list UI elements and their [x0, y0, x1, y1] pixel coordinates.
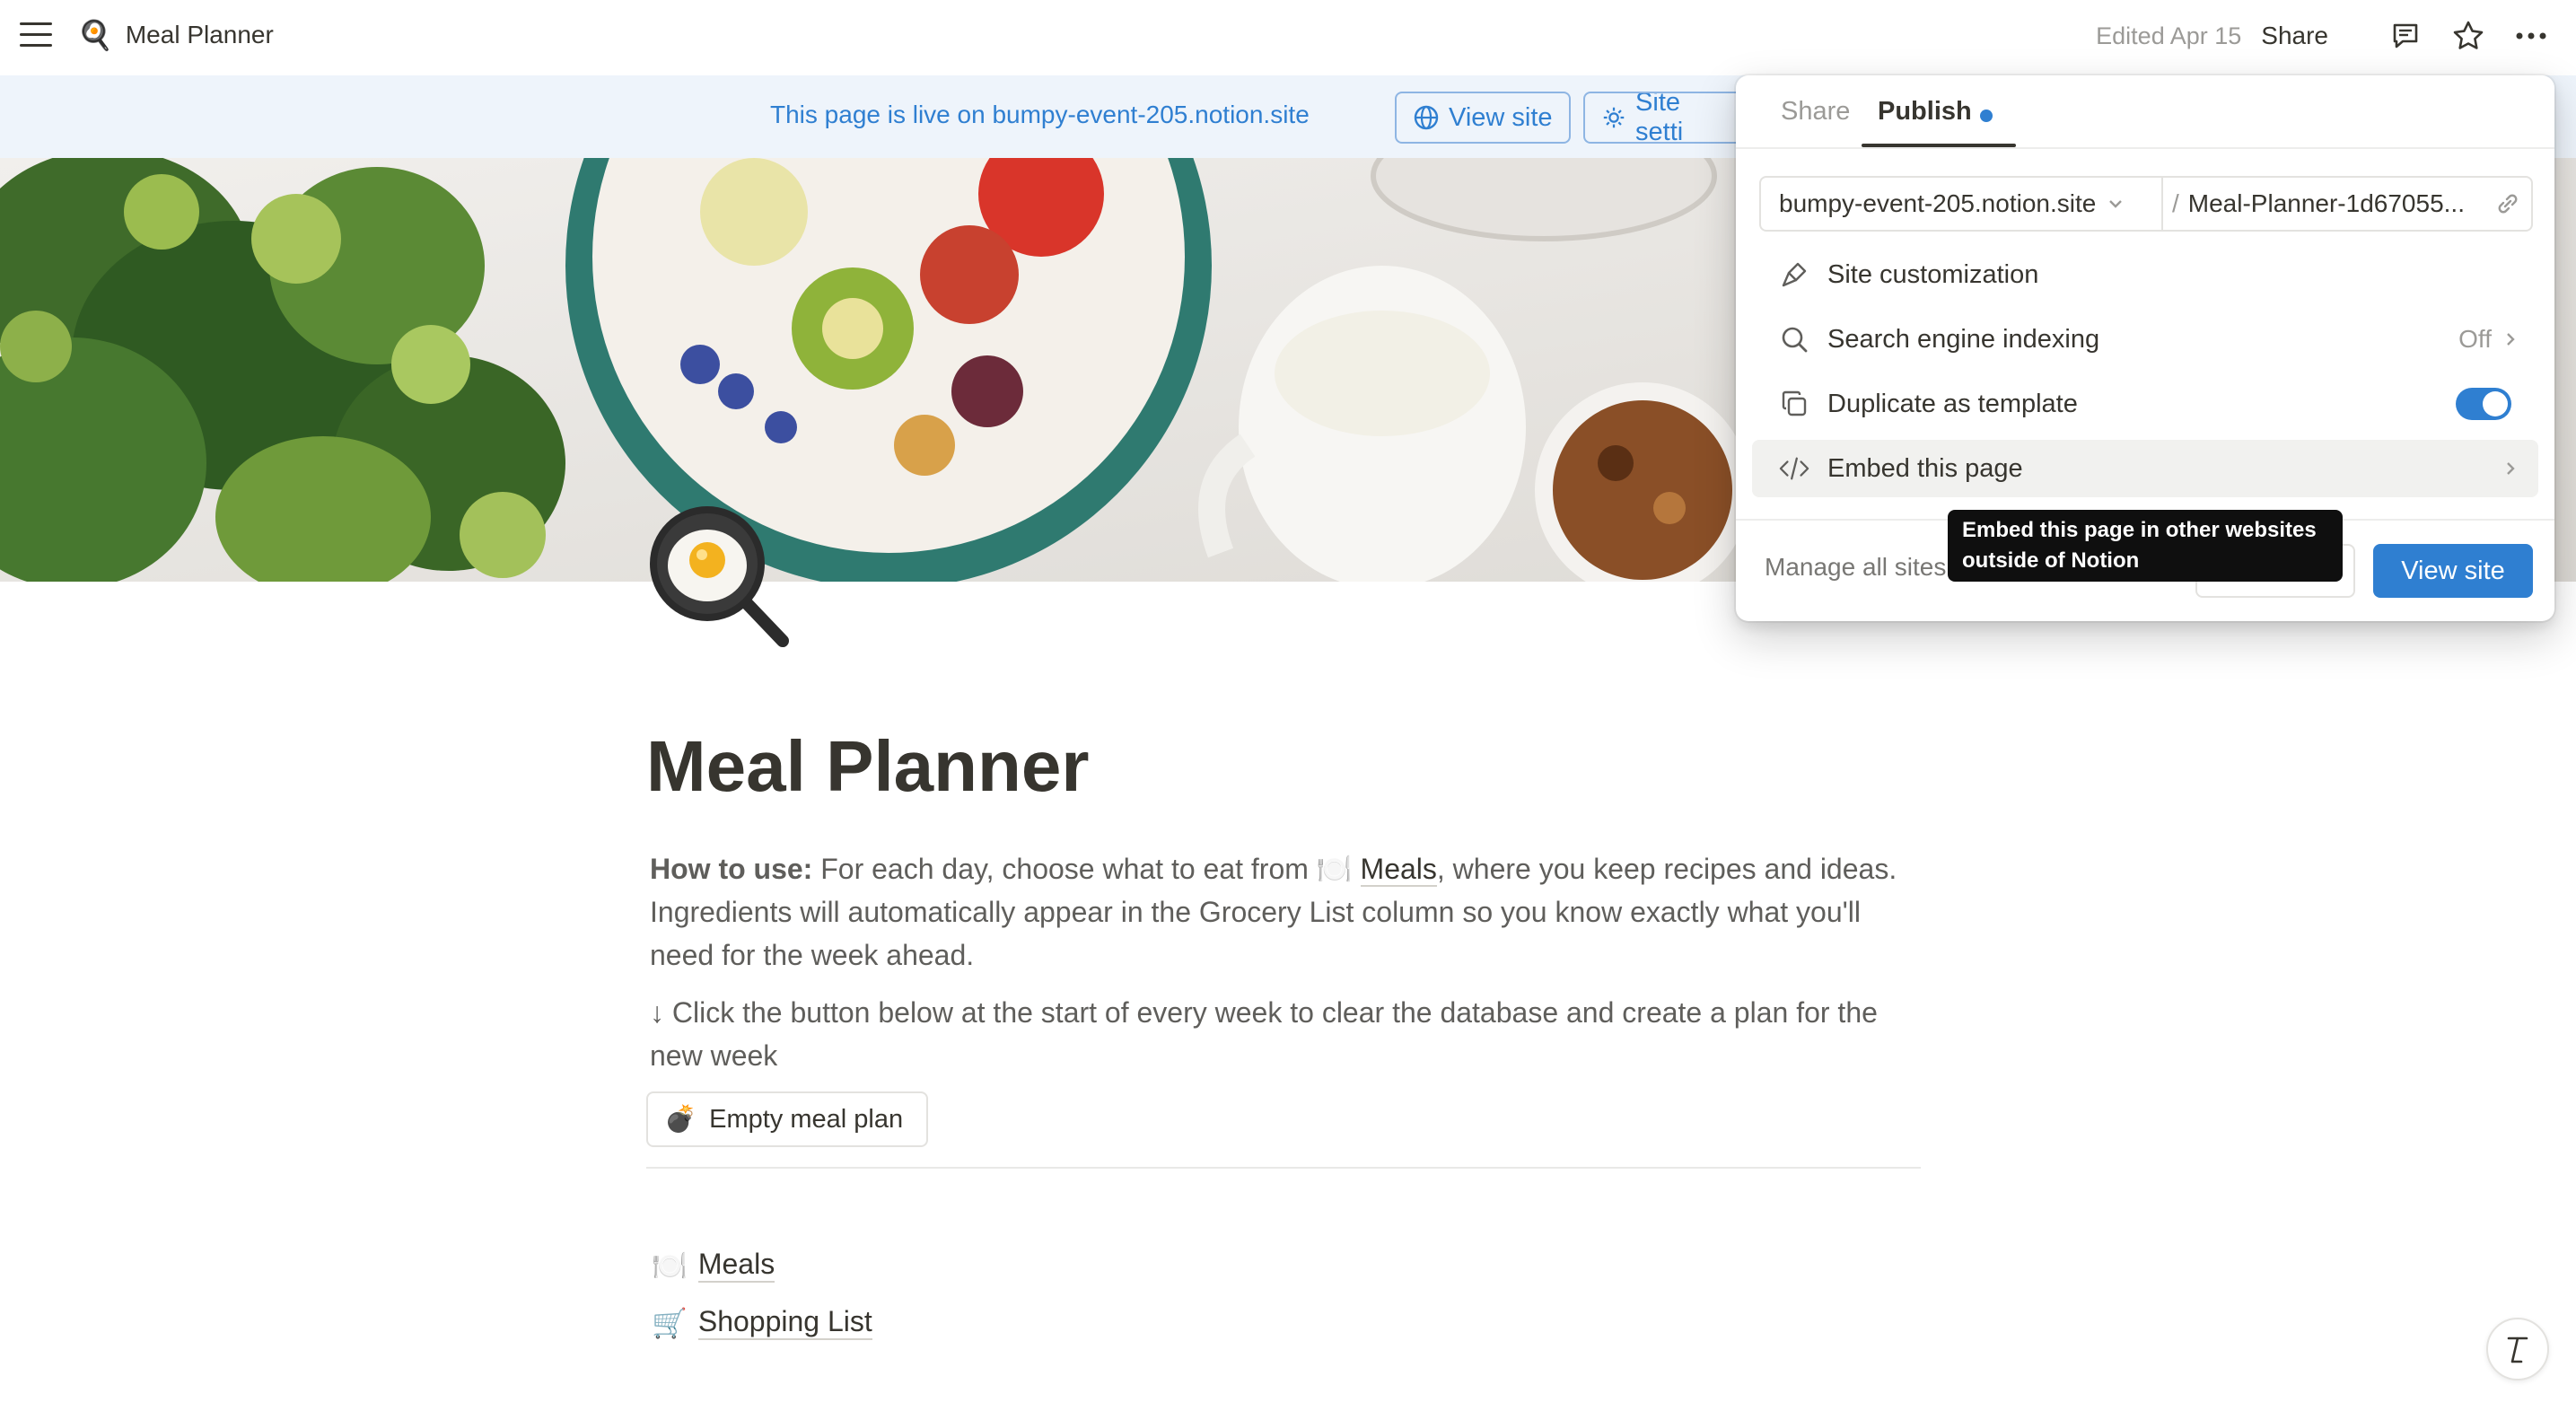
menu-icon[interactable]	[20, 22, 52, 49]
instruction-paragraph: ↓ Click the button below at the start of…	[650, 996, 1878, 1072]
share-button[interactable]: Share	[2261, 22, 2328, 50]
embed-tooltip: Embed this page in other websites outsid…	[1948, 510, 2343, 582]
publish-status-dot	[1980, 110, 1993, 122]
empty-meal-plan-label: Empty meal plan	[709, 1104, 904, 1134]
duplicate-as-template-row[interactable]: Duplicate as template	[1752, 375, 2538, 433]
duplicate-as-template-label: Duplicate as template	[1827, 389, 2078, 418]
brush-icon	[1779, 259, 1809, 290]
domain-select[interactable]: bumpy-event-205.notion.site	[1761, 178, 2163, 230]
plate-icon: 🍽️	[652, 1249, 688, 1282]
comment-icon[interactable]	[2388, 18, 2423, 54]
banner-view-site-label: View site	[1449, 102, 1553, 132]
star-icon[interactable]	[2450, 18, 2486, 54]
gear-icon	[1603, 107, 1625, 128]
ai-icon	[2507, 1337, 2528, 1363]
divider	[646, 1167, 1921, 1169]
how-to-label: How to use:	[650, 853, 813, 885]
search-engine-indexing-label: Search engine indexing	[1827, 324, 2100, 354]
embed-this-page-row[interactable]: Embed this page	[1752, 440, 2538, 497]
banner-site-settings-button[interactable]: Site setti	[1583, 92, 1745, 144]
meals-link-label: Meals	[697, 1248, 775, 1283]
search-engine-indexing-row[interactable]: Search engine indexing Off	[1752, 311, 2538, 368]
domain-value: bumpy-event-205.notion.site	[1779, 189, 2097, 217]
manage-all-sites-link[interactable]: Manage all sites	[1765, 553, 1946, 582]
chevron-right-icon	[2507, 333, 2515, 346]
embed-this-page-label: Embed this page	[1827, 453, 2023, 483]
meals-mention-emoji: 🍽️	[1316, 853, 1353, 885]
meals-database-link[interactable]: 🍽️ Meals	[652, 1248, 775, 1283]
duplicate-icon	[1779, 389, 1809, 419]
page-emoji-icon: 🍳	[77, 19, 113, 51]
banner-text: This page is live on bumpy-event-205.not…	[770, 101, 1310, 128]
how-to-text-1: For each day, choose what to eat from	[812, 853, 1317, 885]
page-icon[interactable]	[648, 504, 792, 648]
site-customization-row[interactable]: Site customization	[1752, 246, 2538, 303]
page-title: Meal Planner	[646, 726, 1090, 806]
breadcrumb-title: Meal Planner	[125, 21, 274, 48]
tab-share[interactable]: Share	[1781, 97, 1850, 127]
empty-meal-plan-button[interactable]: 💣 Empty meal plan	[646, 1091, 928, 1147]
chevron-right-icon	[2507, 462, 2515, 475]
tab-publish[interactable]: Publish	[1878, 97, 1972, 127]
shopping-list-link[interactable]: 🛒 Shopping List	[652, 1305, 872, 1340]
view-site-button[interactable]: View site	[2373, 544, 2533, 598]
help-button[interactable]	[2486, 1318, 2549, 1380]
topbar-actions: Edited Apr 15 Share	[2096, 0, 2549, 72]
site-customization-label: Site customization	[1827, 259, 2039, 289]
search-icon	[1779, 324, 1809, 355]
shopping-list-label: Shopping List	[697, 1305, 872, 1340]
meals-mention-link[interactable]: Meals	[1360, 853, 1437, 887]
url-path-input[interactable]: Meal-Planner-1d67055...	[2188, 189, 2484, 218]
top-bar: 🍳 Meal Planner Edited Apr 15 Share	[0, 0, 2576, 74]
url-slash: /	[2172, 189, 2179, 217]
how-to-paragraph: How to use: For each day, choose what to…	[650, 847, 1924, 977]
copy-link-icon[interactable]	[2484, 190, 2531, 217]
search-engine-indexing-value: Off	[2458, 325, 2492, 353]
breadcrumb-page[interactable]: 🍳 Meal Planner	[77, 18, 274, 52]
banner-site-settings-label: Site setti	[1635, 92, 1684, 144]
banner-view-site-button[interactable]: View site	[1395, 92, 1571, 144]
code-icon	[1779, 453, 1809, 484]
globe-icon	[1414, 105, 1439, 130]
duplicate-template-toggle[interactable]	[2456, 388, 2511, 420]
chevron-down-icon	[2109, 200, 2123, 208]
more-options-icon[interactable]	[2513, 18, 2549, 54]
cart-icon: 🛒	[652, 1306, 688, 1339]
edited-timestamp: Edited Apr 15	[2096, 22, 2242, 49]
tabs-divider	[1736, 147, 2554, 149]
bomb-icon: 💣	[664, 1105, 697, 1134]
site-url-field: bumpy-event-205.notion.site / Meal-Plann…	[1759, 176, 2533, 232]
